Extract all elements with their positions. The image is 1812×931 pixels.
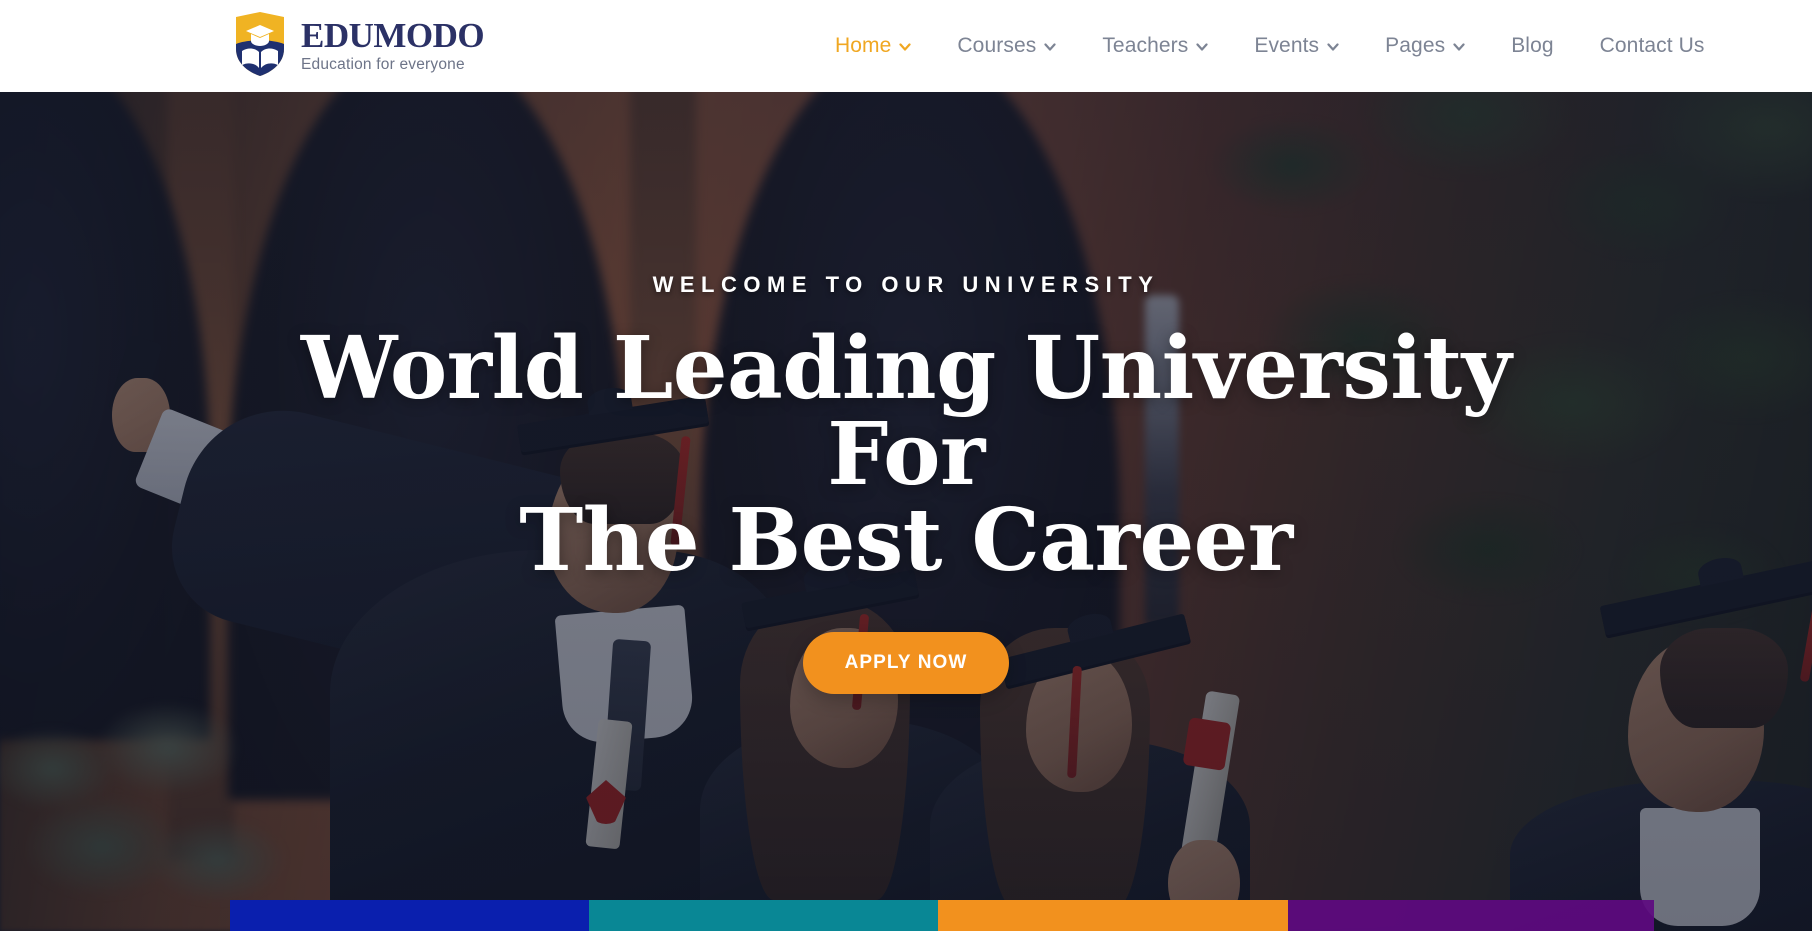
nav-item-events[interactable]: Events: [1231, 0, 1362, 92]
brand-name: EDUMODO: [301, 15, 485, 55]
color-bar-blue: [230, 900, 589, 931]
brand-logo-link[interactable]: EDUMODO Education for everyone: [232, 11, 485, 77]
chevron-down-icon: [1044, 41, 1056, 53]
nav-label-contact-us: Contact Us: [1599, 34, 1705, 57]
nav-label-home: Home: [835, 34, 892, 57]
nav-label-events: Events: [1254, 34, 1320, 57]
apply-now-button[interactable]: APPLY NOW: [802, 632, 1010, 694]
edumodo-shield-logo-icon: [232, 11, 288, 77]
chevron-down-icon: [899, 41, 912, 53]
nav-item-teachers[interactable]: Teachers: [1079, 0, 1231, 92]
hero-banner: WELCOME TO OUR UNIVERSITY World Leading …: [0, 80, 1812, 931]
color-bar-teal: [588, 900, 938, 931]
brand-tagline: Education for everyone: [301, 55, 465, 73]
nav-item-blog[interactable]: Blog: [1488, 0, 1576, 92]
color-bar-purple: [1288, 900, 1654, 931]
nav-item-pages[interactable]: Pages: [1362, 0, 1488, 92]
nav-label-blog: Blog: [1511, 34, 1554, 57]
site-header: EDUMODO Education for everyone Home Cour…: [0, 0, 1812, 92]
nav-label-courses: Courses: [957, 34, 1037, 57]
color-bar-strip: [230, 900, 1654, 931]
chevron-down-icon: [1327, 41, 1339, 53]
nav-item-home[interactable]: Home: [812, 0, 934, 92]
nav-item-courses[interactable]: Courses: [934, 0, 1079, 92]
chevron-down-icon: [1453, 41, 1465, 53]
nav-item-contact-us[interactable]: Contact Us: [1577, 0, 1728, 92]
color-bar-orange: [937, 900, 1289, 931]
hero-dark-overlay: [0, 80, 1812, 931]
nav-label-pages: Pages: [1385, 34, 1446, 57]
main-navigation: Home Courses Teachers Events Pages Blog …: [812, 0, 1728, 92]
chevron-down-icon: [1196, 41, 1208, 53]
nav-label-teachers: Teachers: [1102, 34, 1189, 57]
